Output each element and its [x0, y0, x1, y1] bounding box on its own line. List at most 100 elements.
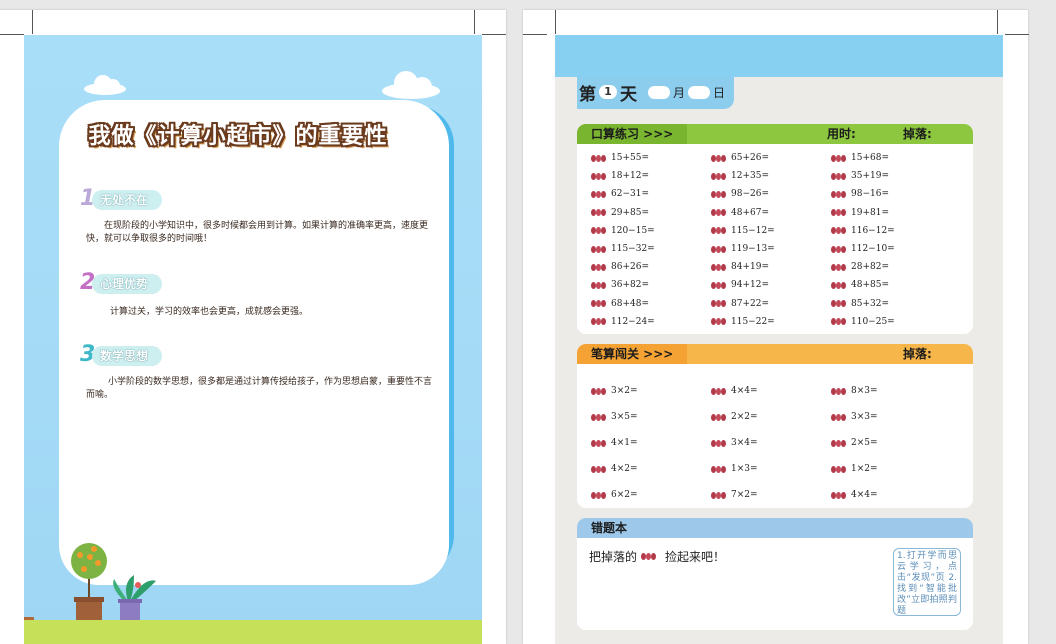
day-label: 第 1 天 月 日	[579, 79, 729, 105]
math-problem: 115−22=	[711, 317, 775, 327]
problem-text: 8×3=	[851, 386, 878, 396]
math-problem: 65+26=	[711, 153, 769, 163]
problem-text: 28+82=	[851, 262, 889, 273]
math-problem: 1×3=	[711, 464, 758, 474]
date-label: 日	[713, 85, 726, 100]
mistake-header: 错题本	[577, 518, 973, 538]
problem-text: 3×4=	[731, 438, 758, 448]
math-problem: 29+85=	[591, 208, 649, 218]
problem-text: 94+12=	[731, 280, 769, 291]
problem-text: 4×2=	[611, 464, 638, 474]
plant-pots-icon	[71, 543, 156, 621]
crop-mark	[555, 10, 556, 34]
header-band	[555, 35, 1003, 77]
month-label: 月	[673, 85, 686, 100]
math-problem: 15+55=	[591, 153, 649, 163]
problem-text: 119−13=	[731, 244, 775, 254]
math-problem: 3×2=	[591, 386, 638, 396]
cloud-icon	[382, 71, 440, 99]
apple-icon	[711, 318, 727, 326]
math-problem: 112−10=	[831, 244, 895, 254]
math-problem: 116−12=	[831, 226, 895, 236]
apple-icon	[591, 154, 607, 162]
apple-icon	[831, 491, 847, 499]
oral-title: 口算练习 >>>	[577, 124, 687, 144]
apple-icon	[711, 281, 727, 289]
problem-text: 6×2=	[611, 490, 638, 500]
math-problem: 2×5=	[831, 438, 878, 448]
crop-mark	[482, 34, 506, 35]
apple-icon	[711, 387, 727, 395]
apple-icon	[831, 439, 847, 447]
problem-text: 87+22=	[731, 298, 769, 309]
apple-icon	[831, 318, 847, 326]
written-header: 笔算闯关 >>> 掉落:	[577, 344, 973, 364]
problem-text: 48+67=	[731, 207, 769, 218]
apple-icon	[591, 300, 607, 308]
problem-text: 7×2=	[731, 490, 758, 500]
right-page: 第 1 天 月 日 口算练习 >>> 用时: 掉落: 15+55= 18+12= 6…	[523, 10, 1029, 644]
apple-icon	[711, 154, 727, 162]
problem-text: 15+68=	[851, 153, 889, 163]
mistake-book-card: 错题本 把掉落的 捡起来吧！ 1.打开学而思云学习，点击“发现”页 2.找到“智…	[577, 518, 973, 630]
math-problem: 12+35=	[711, 171, 769, 181]
math-problem: 87+22=	[711, 299, 769, 309]
math-problem: 48+67=	[711, 208, 769, 218]
math-problem: 4×4=	[831, 490, 878, 500]
month-blank	[648, 85, 670, 99]
problem-text: 4×1=	[611, 438, 638, 448]
math-problem: 94+12=	[711, 280, 769, 290]
math-problem: 48+85=	[831, 280, 889, 290]
math-problem: 68+48=	[591, 299, 649, 309]
problem-text: 115−22=	[731, 316, 775, 327]
apple-icon	[711, 190, 727, 198]
apple-icon	[591, 172, 607, 180]
oral-practice-card: 口算练习 >>> 用时: 掉落: 15+55= 18+12= 62−31= 29+85…	[577, 124, 973, 334]
apple-icon	[711, 300, 727, 308]
apple-icon	[831, 154, 847, 162]
apple-icon	[831, 300, 847, 308]
apple-icon	[831, 172, 847, 180]
problem-text: 1×3=	[731, 464, 758, 474]
apple-icon	[711, 413, 727, 421]
math-problem: 4×4=	[711, 386, 758, 396]
math-problem: 36+82=	[591, 280, 649, 290]
problem-text: 48+85=	[851, 280, 889, 291]
drop-label: 掉落:	[903, 127, 932, 141]
problem-text: 112−24=	[611, 316, 655, 327]
problem-text: 68+48=	[611, 298, 649, 309]
drop-label: 掉落:	[903, 347, 932, 361]
problem-text: 1×2=	[851, 464, 878, 474]
time-label: 用时:	[827, 127, 856, 141]
section-label: 心理优势	[92, 274, 163, 294]
problem-text: 2×2=	[731, 412, 758, 422]
math-problem: 3×5=	[591, 412, 638, 422]
math-problem: 4×1=	[591, 438, 638, 448]
grass-ground	[24, 620, 482, 644]
math-problem: 3×3=	[831, 412, 878, 422]
problem-text: 84+19=	[731, 262, 769, 273]
math-problem: 115−32=	[591, 244, 655, 254]
problem-text: 115−12=	[731, 225, 775, 236]
apple-icon	[711, 172, 727, 180]
section-body-3: 小学阶段的数学思想，很多都是通过计算传授给孩子，作为思想启蒙，重要性不言而喻。	[86, 377, 433, 400]
problem-text: 19+81=	[851, 207, 889, 218]
problem-text: 86+26=	[611, 262, 649, 273]
math-problem: 98−16=	[831, 189, 889, 199]
problem-text: 36+82=	[611, 280, 649, 291]
apple-icon	[831, 209, 847, 217]
math-problem: 15+68=	[831, 153, 889, 163]
apple-icon	[711, 465, 727, 473]
math-problem: 98−26=	[711, 189, 769, 199]
apple-icon	[711, 245, 727, 253]
apple-icon	[641, 553, 657, 560]
problem-text: 3×3=	[851, 412, 878, 422]
apple-icon	[591, 227, 607, 235]
math-problem: 18+12=	[591, 171, 649, 181]
math-problem: 120−15=	[591, 226, 655, 236]
cloud-icon	[84, 75, 126, 95]
problem-text: 116−12=	[851, 225, 895, 236]
apple-icon	[711, 491, 727, 499]
problem-text: 65+26=	[731, 153, 769, 163]
oral-header: 口算练习 >>> 用时: 掉落:	[577, 124, 973, 144]
